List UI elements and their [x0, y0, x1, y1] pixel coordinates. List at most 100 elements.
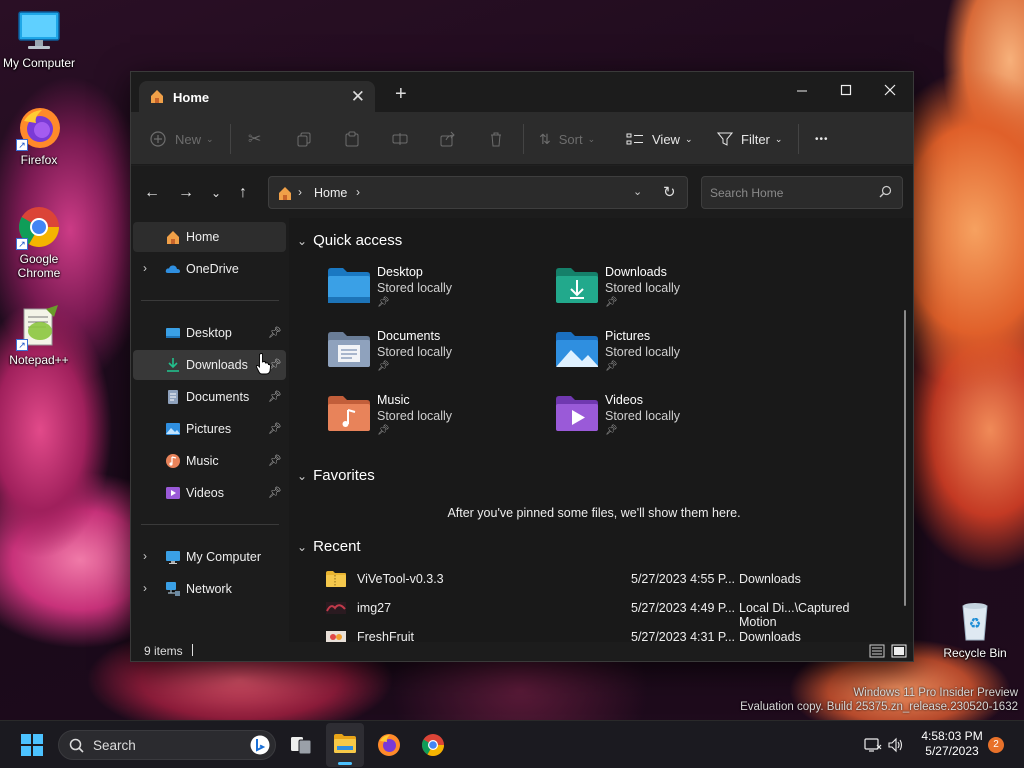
- desktop-icon-recycle-bin[interactable]: ♻ Recycle Bin: [936, 598, 1014, 660]
- pin-icon[interactable]: 📌︎: [268, 326, 282, 339]
- view-label: View: [652, 131, 680, 147]
- recent-row[interactable]: ViVeTool-v0.3.3 5/27/2023 4:55 P... Down…: [289, 566, 869, 594]
- sort-button[interactable]: ⇅ Sort ⌄: [539, 128, 595, 150]
- quick-access-music[interactable]: Music Stored locally 📌︎: [327, 393, 527, 449]
- chevron-down-icon: ⌄: [297, 468, 308, 483]
- pin-icon[interactable]: 📌︎: [268, 454, 282, 467]
- taskbar-file-explorer[interactable]: [326, 723, 364, 767]
- minimize-button[interactable]: [779, 76, 825, 104]
- chevron-down-icon: ⌄: [206, 133, 214, 144]
- taskbar-chrome[interactable]: [421, 733, 445, 760]
- filter-button[interactable]: Filter ⌄: [717, 128, 782, 150]
- sidebar-item-label: Network: [186, 582, 232, 596]
- quick-access-desktop[interactable]: Desktop Stored locally 📌︎: [327, 265, 527, 321]
- quick-access-videos[interactable]: Videos Stored locally 📌︎: [555, 393, 755, 449]
- new-button[interactable]: New ⌄: [149, 128, 214, 150]
- tiles-view-icon[interactable]: [891, 643, 907, 662]
- quick-access-documents[interactable]: Documents Stored locally 📌︎: [327, 329, 527, 385]
- status-divider: [192, 644, 193, 656]
- sidebar-item-my-computer[interactable]: › My Computer: [133, 542, 286, 572]
- taskbar-firefox[interactable]: [377, 733, 401, 760]
- task-view-button[interactable]: [289, 734, 313, 759]
- address-history-chevron-icon[interactable]: ⌄: [633, 185, 642, 198]
- forward-arrow-icon[interactable]: →: [178, 184, 194, 202]
- pin-icon[interactable]: 📌︎: [268, 422, 282, 435]
- maximize-button[interactable]: [823, 76, 869, 104]
- svg-text:♻: ♻: [969, 616, 982, 632]
- notification-badge[interactable]: 2: [988, 737, 1004, 753]
- taskbar: Search 4:58:03 PM 5/27/2023 2: [0, 720, 1024, 768]
- close-window-button[interactable]: [867, 76, 913, 104]
- zip-folder-icon: [326, 571, 346, 587]
- system-clock[interactable]: 4:58:03 PM 5/27/2023: [910, 729, 994, 759]
- content-pane: ⌄ Quick access Desktop Stored locally 📌︎…: [289, 218, 913, 642]
- search-input[interactable]: [710, 185, 870, 201]
- breadcrumb-home[interactable]: Home: [314, 186, 347, 200]
- pin-icon[interactable]: 📌︎: [268, 486, 282, 499]
- sidebar-item-music[interactable]: Music 📌︎: [133, 446, 286, 476]
- details-view-icon[interactable]: [869, 643, 885, 662]
- recent-header[interactable]: ⌄ Recent: [297, 538, 361, 555]
- address-bar[interactable]: › Home › ⌄ ↻: [268, 176, 688, 209]
- copy-button[interactable]: [296, 128, 312, 150]
- more-options-button[interactable]: •••: [815, 128, 829, 150]
- chevron-right-icon[interactable]: ›: [143, 549, 147, 563]
- pictures-folder-icon: [556, 332, 598, 367]
- section-title: Quick access: [313, 232, 403, 249]
- bing-icon[interactable]: [250, 735, 270, 758]
- desktop-icon-chrome[interactable]: ↗ Google Chrome: [0, 204, 78, 280]
- paste-button[interactable]: [344, 128, 360, 150]
- favorites-header[interactable]: ⌄ Favorites: [297, 467, 375, 484]
- new-icon: [150, 131, 166, 147]
- chevron-right-icon[interactable]: ›: [143, 261, 147, 275]
- pin-icon[interactable]: 📌︎: [268, 390, 282, 403]
- recent-row[interactable]: img27 5/27/2023 4:49 P... Local Di...\Ca…: [289, 595, 869, 629]
- windows-watermark: Windows 11 Pro Insider Preview Evaluatio…: [740, 686, 1018, 714]
- new-tab-button[interactable]: +: [395, 84, 407, 104]
- recent-file-location: Downloads: [739, 572, 801, 586]
- back-arrow-icon[interactable]: ←: [144, 184, 160, 202]
- search-box[interactable]: [701, 176, 903, 209]
- sidebar-item-documents[interactable]: Documents 📌︎: [133, 382, 286, 412]
- view-button[interactable]: View ⌄: [626, 128, 693, 150]
- delete-button[interactable]: [488, 128, 504, 150]
- recent-locations-chevron-icon[interactable]: ⌄: [211, 186, 221, 200]
- up-arrow-icon[interactable]: ↑: [239, 184, 247, 202]
- rename-button[interactable]: [392, 128, 408, 150]
- refresh-icon[interactable]: ↻: [663, 183, 676, 201]
- tab-home[interactable]: Home ✕: [139, 81, 375, 112]
- sidebar-item-pictures[interactable]: Pictures 📌︎: [133, 414, 286, 444]
- sidebar-item-network[interactable]: › Network: [133, 574, 286, 604]
- quick-access-downloads[interactable]: Downloads Stored locally 📌︎: [555, 265, 755, 321]
- vertical-scrollbar[interactable]: [904, 310, 906, 606]
- desktop-icon-notepadpp[interactable]: ↗ Notepad++: [0, 305, 78, 367]
- section-title: Recent: [313, 538, 361, 555]
- start-button[interactable]: [21, 734, 43, 759]
- scissors-icon: ✂: [248, 131, 262, 148]
- quick-access-header[interactable]: ⌄ Quick access: [297, 232, 402, 249]
- close-tab-icon[interactable]: ✕: [351, 87, 365, 107]
- cut-button[interactable]: ✂: [248, 128, 261, 150]
- chevron-right-icon[interactable]: ›: [143, 581, 147, 595]
- watermark-line-2: Evaluation copy. Build 25375.zn_release.…: [740, 701, 1018, 713]
- desktop-icon-my-computer[interactable]: My Computer: [0, 8, 78, 70]
- chevron-down-icon: ⌄: [587, 133, 596, 144]
- quick-access-pictures[interactable]: Pictures Stored locally 📌︎: [555, 329, 755, 385]
- recent-row[interactable]: FreshFruit 5/27/2023 4:31 P... Downloads: [289, 624, 869, 642]
- watermark-line-1: Windows 11 Pro Insider Preview: [853, 687, 1018, 699]
- sidebar-item-desktop[interactable]: Desktop 📌︎: [133, 318, 286, 348]
- sidebar-item-onedrive[interactable]: › OneDrive: [133, 254, 286, 284]
- desktop-icon-firefox[interactable]: ↗ Firefox: [0, 105, 78, 167]
- breadcrumb-separator-icon[interactable]: ›: [356, 185, 360, 199]
- network-tray-icon[interactable]: [864, 737, 882, 756]
- share-button[interactable]: [440, 128, 456, 150]
- notepadpp-icon: ↗: [16, 305, 62, 351]
- taskbar-search-box[interactable]: Search: [58, 730, 276, 760]
- sidebar-item-home[interactable]: Home: [133, 222, 286, 252]
- sidebar-item-videos[interactable]: Videos 📌︎: [133, 478, 286, 508]
- sidebar-divider: [141, 300, 279, 301]
- sidebar-item-label: Videos: [186, 486, 224, 500]
- volume-icon[interactable]: [888, 737, 904, 756]
- paste-icon: [345, 131, 359, 147]
- title-bar: Home ✕ +: [131, 72, 913, 112]
